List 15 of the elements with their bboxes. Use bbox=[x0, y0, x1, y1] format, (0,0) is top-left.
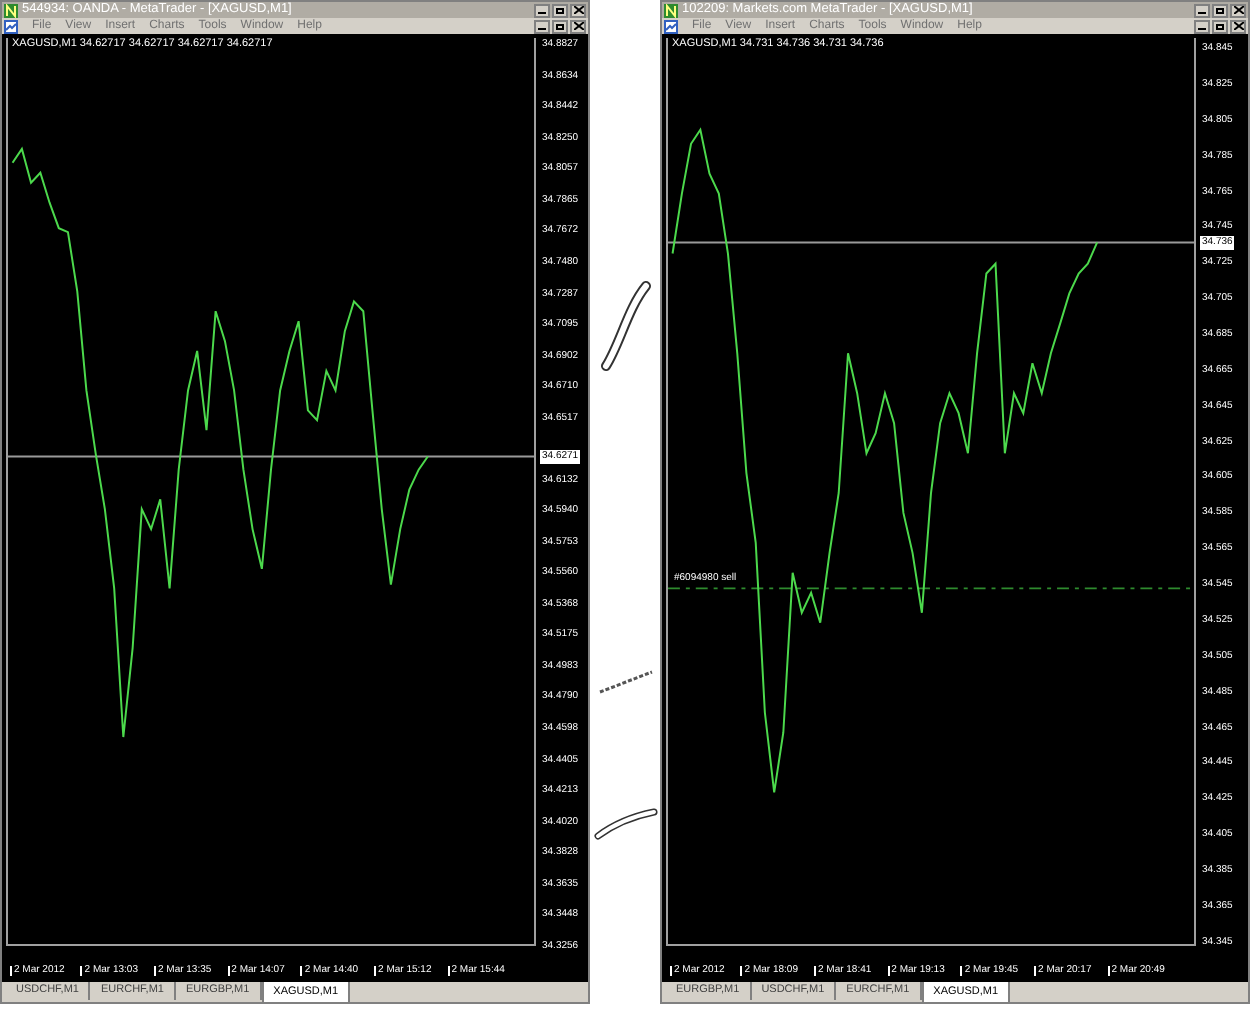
chart-window-icon bbox=[664, 19, 678, 33]
brush-stroke bbox=[599, 280, 651, 372]
close-icon[interactable] bbox=[1230, 3, 1246, 17]
minimize-icon[interactable] bbox=[1194, 19, 1210, 33]
chart-window-icon bbox=[4, 19, 18, 33]
brush-stroke bbox=[593, 808, 657, 840]
minimize-icon[interactable] bbox=[534, 19, 550, 33]
close-icon[interactable] bbox=[1230, 19, 1246, 33]
minimize-icon[interactable] bbox=[534, 3, 550, 17]
brush-stroke bbox=[595, 668, 655, 696]
app-logo-icon bbox=[4, 3, 18, 17]
minimize-icon[interactable] bbox=[1194, 3, 1210, 17]
close-icon[interactable] bbox=[570, 19, 586, 33]
app-logo-icon bbox=[664, 3, 678, 17]
close-icon[interactable] bbox=[570, 3, 586, 17]
